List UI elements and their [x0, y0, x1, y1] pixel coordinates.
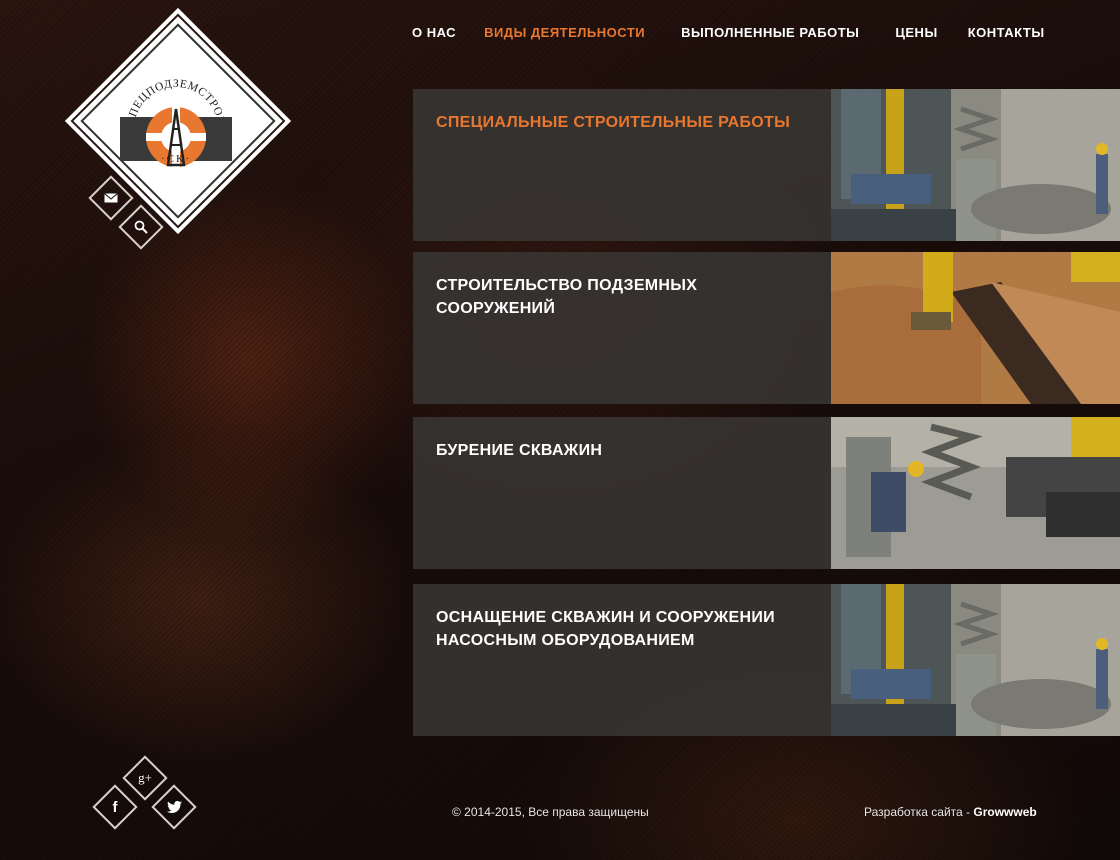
copyright-text: © 2014-2015, Все права защищены — [452, 805, 649, 819]
service-card-text: СПЕЦИАЛЬНЫЕ СТРОИТЕЛЬНЫЕ РАБОТЫ — [413, 89, 831, 241]
nav-item-prices[interactable]: ЦЕНЫ — [895, 25, 937, 40]
search-button[interactable] — [118, 204, 164, 250]
drilling-rig-photo — [831, 89, 1120, 241]
twitter-button[interactable] — [151, 784, 197, 830]
service-title[interactable]: ОСНАЩЕНИЕ СКВАЖИН И СООРУЖЕНИИ НАСОСНЫМ … — [436, 606, 808, 652]
excavation-trench-photo — [831, 252, 1120, 404]
facebook-icon: f — [112, 798, 118, 816]
well-drilling-photo — [831, 417, 1120, 569]
nav-item-contacts[interactable]: КОНТАКТЫ — [968, 25, 1045, 40]
developer-name[interactable]: Growwweb — [973, 805, 1036, 819]
drilling-rig-photo — [831, 584, 1120, 736]
service-card-text: СТРОИТЕЛЬСТВО ПОДЗЕМНЫХ СООРУЖЕНИЙ — [413, 252, 831, 404]
nav-item-services[interactable]: ВИДЫ ДЕЯТЕЛЬНОСТИ — [484, 25, 645, 40]
logo-subtitle: ·СК· — [161, 153, 191, 165]
service-card-text: БУРЕНИЕ СКВАЖИН — [413, 417, 831, 569]
nav-item-about[interactable]: О НАС — [412, 25, 456, 40]
service-title[interactable]: СПЕЦИАЛЬНЫЕ СТРОИТЕЛЬНЫЕ РАБОТЫ — [436, 111, 808, 134]
search-icon — [125, 211, 157, 243]
service-card-pumping[interactable]: ОСНАЩЕНИЕ СКВАЖИН И СООРУЖЕНИИ НАСОСНЫМ … — [413, 584, 1120, 736]
twitter-icon — [158, 791, 190, 823]
facebook-button[interactable]: f — [92, 784, 138, 830]
google-plus-button[interactable]: g+ — [122, 755, 168, 801]
developer-credit[interactable]: Разработка сайта - Growwweb — [864, 805, 1037, 819]
google-plus-icon: g+ — [138, 770, 152, 785]
service-title[interactable]: СТРОИТЕЛЬСТВО ПОДЗЕМНЫХ СООРУЖЕНИЙ — [436, 274, 808, 320]
service-title[interactable]: БУРЕНИЕ СКВАЖИН — [436, 439, 808, 462]
service-card-text: ОСНАЩЕНИЕ СКВАЖИН И СООРУЖЕНИИ НАСОСНЫМ … — [413, 584, 831, 736]
envelope-icon — [95, 182, 127, 214]
service-card-underground[interactable]: СТРОИТЕЛЬСТВО ПОДЗЕМНЫХ СООРУЖЕНИЙ — [413, 252, 1120, 404]
main-nav: О НАС ВИДЫ ДЕЯТЕЛЬНОСТИ ВЫПОЛНЕННЫЕ РАБО… — [412, 25, 1045, 40]
service-card-special-works[interactable]: СПЕЦИАЛЬНЫЕ СТРОИТЕЛЬНЫЕ РАБОТЫ — [413, 89, 1120, 241]
mail-button[interactable] — [88, 175, 134, 221]
service-card-drilling[interactable]: БУРЕНИЕ СКВАЖИН — [413, 417, 1120, 569]
developer-prefix: Разработка сайта - — [864, 805, 974, 819]
nav-item-projects[interactable]: ВЫПОЛНЕННЫЕ РАБОТЫ — [681, 25, 859, 40]
